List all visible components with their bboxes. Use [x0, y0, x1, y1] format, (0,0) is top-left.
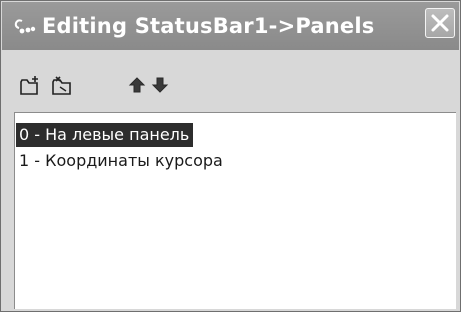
list-item[interactable]: 0 - На левые панель: [16, 123, 194, 147]
panels-listbox[interactable]: 0 - На левые панель 1 - Координаты курсо…: [14, 112, 456, 309]
move-up-arrow-icon: [128, 77, 146, 93]
add-new-panel-button[interactable]: [19, 75, 43, 97]
close-button[interactable]: [425, 8, 455, 38]
list-item[interactable]: 1 - Координаты курсора: [16, 149, 227, 173]
move-down-arrow-icon: [151, 77, 169, 93]
toolbar: [11, 65, 451, 105]
title-bar[interactable]: Editing StatusBar1->Panels: [2, 2, 459, 50]
move-up-button[interactable]: [128, 76, 152, 98]
close-icon: [431, 14, 449, 32]
add-new-panel-icon: [20, 76, 38, 95]
collection-editor-window: Editing StatusBar1->Panels 0 - На левые …: [0, 0, 461, 312]
move-down-button[interactable]: [151, 76, 175, 98]
window-title: Editing StatusBar1->Panels: [42, 14, 375, 38]
collection-editor-icon: [14, 18, 36, 36]
delete-panel-icon: [52, 76, 71, 95]
delete-panel-button[interactable]: [51, 75, 75, 97]
